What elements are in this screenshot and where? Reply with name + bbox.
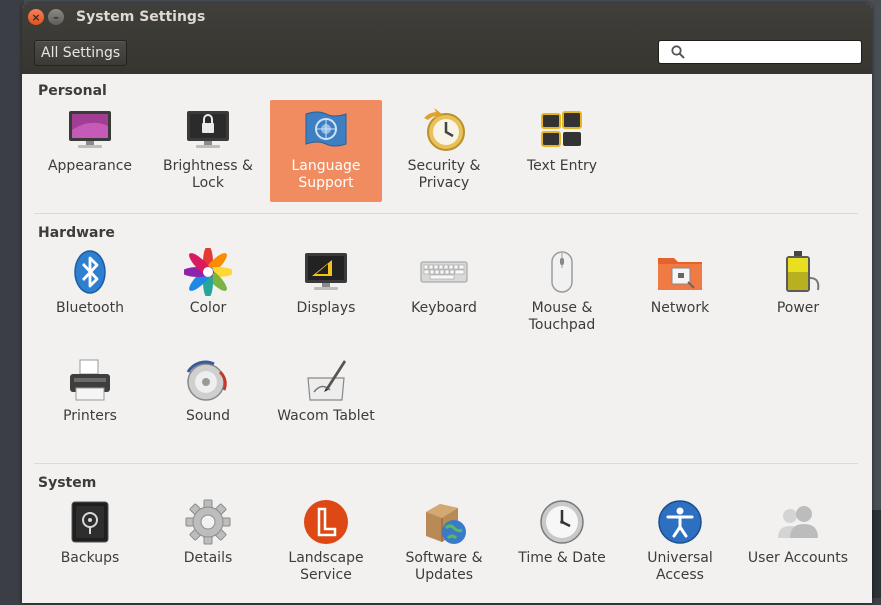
monitor-purple-icon [69, 111, 111, 148]
monitor-lock-icon [187, 111, 229, 148]
keys-icon [541, 111, 582, 147]
item-label: Appearance [47, 158, 133, 174]
item-bluetooth[interactable]: Bluetooth [34, 242, 146, 344]
bluetooth-icon [74, 250, 106, 294]
keyboard-icon [420, 261, 468, 283]
item-label: Wacom Tablet [277, 408, 375, 424]
item-label: Brightness & Lock [163, 158, 253, 191]
item-label: Keyboard [411, 300, 477, 316]
search-input[interactable] [691, 43, 855, 61]
item-label: Network [650, 300, 710, 316]
item-label: Power [776, 300, 820, 316]
item-text-entry[interactable]: Text Entry [506, 100, 618, 202]
item-label: Software & Updates [405, 550, 483, 583]
item-label: User Accounts [747, 550, 849, 566]
item-printers[interactable]: Printers [34, 350, 146, 452]
item-displays[interactable]: Displays [270, 242, 382, 344]
item-details[interactable]: Details [152, 492, 264, 594]
item-label: Text Entry [526, 158, 597, 174]
package-globe-icon [426, 504, 466, 544]
section-title-hardware: Hardware [38, 225, 115, 241]
item-label: Bluetooth [56, 300, 124, 316]
gear-icon [185, 499, 231, 545]
minimize-button[interactable]: – [48, 9, 64, 25]
item-label: Sound [185, 408, 231, 424]
item-network[interactable]: Network [624, 242, 736, 344]
item-label: Printers [63, 408, 117, 424]
close-icon: × [31, 10, 41, 24]
network-folder-icon [658, 258, 702, 290]
item-label: Displays [296, 300, 356, 316]
landscape-logo-icon [304, 500, 348, 544]
display-icon [305, 253, 347, 290]
item-label: Language Support [291, 158, 361, 191]
item-sound[interactable]: Sound [152, 350, 264, 452]
item-label: Security & Privacy [407, 158, 481, 191]
item-label: Universal Access [647, 550, 713, 583]
item-label: Details [183, 550, 233, 566]
item-backups[interactable]: Backups [34, 492, 146, 594]
search-box[interactable] [658, 40, 862, 64]
item-universal-access[interactable]: Universal Access [624, 492, 736, 594]
item-language-support[interactable]: Language Support [270, 100, 382, 202]
item-landscape-service[interactable]: Landscape Service [270, 492, 382, 594]
section-divider [34, 213, 858, 214]
item-software-updates[interactable]: Software & Updates [388, 492, 500, 594]
safe-icon [71, 501, 109, 543]
settings-grid: Personal Appearance Brightness & Lock La… [22, 74, 872, 603]
item-label: Backups [60, 550, 120, 566]
users-icon [778, 506, 818, 538]
item-time-date[interactable]: Time & Date [506, 492, 618, 594]
section-title-personal: Personal [38, 83, 107, 99]
item-user-accounts[interactable]: User Accounts [742, 492, 854, 594]
mouse-icon [551, 251, 573, 293]
item-label: Mouse & Touchpad [528, 300, 596, 333]
item-color[interactable]: Color [152, 242, 264, 344]
title-bar: × – System Settings All Settings [22, 3, 872, 74]
speaker-icon [186, 360, 227, 401]
clock-icon [540, 500, 584, 544]
minimize-icon: – [53, 10, 59, 24]
item-label: Time & Date [518, 550, 606, 566]
search-icon [671, 45, 685, 59]
item-wacom-tablet[interactable]: Wacom Tablet [270, 350, 382, 452]
battery-icon [786, 251, 820, 292]
section-title-system: System [38, 475, 97, 491]
desktop-background [0, 0, 24, 605]
window-title: System Settings [76, 9, 206, 25]
all-settings-button[interactable]: All Settings [34, 40, 128, 66]
printer-icon [70, 359, 110, 401]
tablet-pen-icon [307, 360, 346, 401]
item-appearance[interactable]: Appearance [34, 100, 146, 202]
item-mouse-touchpad[interactable]: Mouse & Touchpad [506, 242, 618, 344]
item-security-privacy[interactable]: Security & Privacy [388, 100, 500, 202]
item-label: Color [189, 300, 227, 316]
item-keyboard[interactable]: Keyboard [388, 242, 500, 344]
language-flag-icon [305, 111, 347, 147]
section-divider [34, 463, 858, 464]
security-clock-icon [424, 108, 465, 151]
item-brightness-lock[interactable]: Brightness & Lock [152, 100, 264, 202]
system-settings-window: × – System Settings All Settings Persona… [22, 3, 872, 603]
color-wheel-icon [184, 248, 232, 296]
close-button[interactable]: × [28, 9, 44, 25]
accessibility-icon [658, 500, 702, 544]
item-power[interactable]: Power [742, 242, 854, 344]
item-label: Landscape Service [288, 550, 364, 583]
